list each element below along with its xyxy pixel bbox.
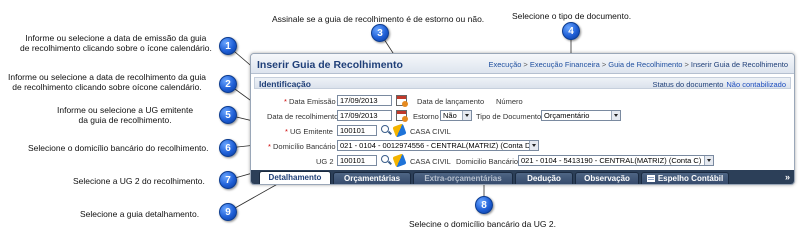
search-icon[interactable]: [381, 155, 392, 166]
callout-text-3: Assinale se a guia de recolhimento é de …: [272, 14, 485, 24]
domicilio2-label: Domicilio Bancário: [456, 157, 519, 166]
data-recolhimento-label: Data de recolhimento: [267, 112, 339, 121]
estorno-select[interactable]: Não: [440, 110, 472, 121]
clear-icon[interactable]: [392, 153, 407, 168]
domicilio-bancario-label-text: Domicílio Bancário: [273, 142, 336, 151]
callout-text-7: Selecione a UG 2 do recolhimento.: [73, 176, 205, 186]
ug2-name: CASA CIVIL: [410, 157, 451, 166]
chevron-down-icon[interactable]: [462, 111, 471, 120]
ug2-label: UG 2: [316, 157, 334, 166]
numero-label: Número: [496, 97, 523, 106]
tab-deducao[interactable]: Dedução: [515, 172, 573, 184]
window-header: Inserir Guia de Recolhimento Execução > Ex…: [251, 54, 794, 74]
window-title: Inserir Guia de Recolhimento: [257, 59, 403, 71]
status-label: Status do documento: [652, 80, 724, 89]
breadcrumb: Execução > Execução Financeira > Guia de Rec…: [488, 60, 788, 69]
tab-extra-orcamentarias: Extra-orçamentárias: [413, 172, 513, 184]
ug-emitente-label-text: UG Emitente: [290, 127, 333, 136]
data-lancamento-label: Data de lançamento: [417, 97, 485, 106]
domicilio-bancario-selected-value: 021 - 0104 - 0012974556 - CENTRAL(MATRIZ…: [340, 141, 533, 150]
tipo-documento-selected-value: Orçamentário: [544, 111, 590, 120]
callout-text-1: Informe ou selecione a data de emissão d…: [20, 33, 212, 53]
clear-icon[interactable]: [392, 123, 407, 138]
breadcrumb-current: Inserir Guia de Recolhimento: [690, 60, 788, 69]
callout-marker-5: 5: [219, 106, 237, 124]
search-icon[interactable]: [381, 125, 392, 136]
domicilio2-select[interactable]: 021 - 0104 - 5413190 - CENTRAL(MATRIZ) (…: [518, 155, 714, 166]
data-emissao-label: * Data Emissão: [284, 97, 336, 106]
calendar-icon[interactable]: [396, 95, 408, 107]
tipo-documento-label: Tipo de Documento: [476, 112, 542, 121]
tab-espelho-contabil[interactable]: Espelho Contábil: [641, 172, 729, 184]
tipo-documento-select[interactable]: Orçamentário: [541, 110, 621, 121]
callout-marker-3: 3: [371, 24, 389, 42]
estorno-label: Estorno: [413, 112, 439, 121]
data-emissao-label-text: Data Emissão: [289, 97, 336, 106]
domicilio2-selected-value: 021 - 0104 - 5413190 - CENTRAL(MATRIZ) (…: [521, 156, 702, 165]
callout-text-4: Selecione o tipo de documento.: [512, 11, 632, 21]
ug-emitente-input[interactable]: 100101: [337, 125, 377, 136]
tab-observacao[interactable]: Observação: [575, 172, 639, 184]
ug2-input[interactable]: 100101: [337, 155, 377, 166]
status-value: Não contabilizado: [726, 80, 786, 89]
callout-marker-2: 2: [219, 75, 237, 93]
breadcrumb-guia-recolhimento[interactable]: Guia de Recolhimento: [608, 60, 682, 69]
identificacao-section-header: Identificação Status do documento Não con…: [254, 77, 791, 89]
callout-text-9: Selecione a guia detalhamento.: [80, 209, 200, 219]
tab-detalhamento[interactable]: Detalhamento: [259, 171, 331, 184]
callout-marker-1: 1: [219, 37, 237, 55]
inserir-guia-window: Inserir Guia de Recolhimento Execução > Ex…: [250, 53, 795, 185]
chevron-down-icon[interactable]: [704, 156, 713, 165]
section-title: Identificação: [259, 79, 311, 89]
ug-emitente-label: * UG Emitente: [285, 127, 333, 136]
callout-marker-7: 7: [219, 171, 237, 189]
breadcrumb-separator: >: [523, 60, 528, 69]
domicilio-bancario-label: * Domicílio Bancário: [268, 142, 336, 151]
callout-marker-8: 8: [475, 196, 493, 214]
callout-marker-6: 6: [219, 139, 237, 157]
breadcrumb-separator: >: [601, 60, 607, 69]
callout-text-8: Selecine o domicílio bancário da UG 2.: [409, 219, 556, 229]
breadcrumb-separator: >: [684, 60, 689, 69]
data-emissao-input[interactable]: 17/09/2013: [337, 95, 392, 106]
callout-text-6: Selecione o domicílio bancário do recolh…: [28, 143, 209, 153]
chevron-down-icon[interactable]: [611, 111, 620, 120]
breadcrumb-execucao-financeira[interactable]: Execução Financeira: [530, 60, 600, 69]
table-grid-icon: [646, 175, 655, 182]
required-mark: *: [284, 97, 287, 106]
required-mark: *: [268, 142, 271, 151]
tab-orcamentarias[interactable]: Orçamentárias: [333, 172, 411, 184]
domicilio-bancario-select[interactable]: 021 - 0104 - 0012974556 - CENTRAL(MATRIZ…: [337, 140, 539, 151]
callout-marker-4: 4: [562, 22, 580, 40]
tabs-scroll-right-button[interactable]: »: [785, 172, 790, 182]
callout-text-5: Informe ou selecione a UG emitente da gu…: [57, 105, 194, 125]
callout-text-2: Informe ou selecione a data de recolhime…: [8, 72, 206, 92]
calendar-icon[interactable]: [396, 110, 408, 122]
tab-bar: Detalhamento Orçamentárias Extra-orçamen…: [251, 170, 794, 184]
chevron-down-icon[interactable]: [529, 141, 538, 150]
ug-emitente-name: CASA CIVIL: [410, 127, 451, 136]
required-mark: *: [285, 127, 288, 136]
data-recolhimento-input[interactable]: 17/09/2013: [337, 110, 392, 121]
estorno-selected-value: Não: [443, 111, 457, 120]
callout-marker-9: 9: [219, 203, 237, 221]
tab-espelho-contabil-label: Espelho Contábil: [657, 174, 724, 183]
document-status: Status do documento Não contabilizado: [652, 80, 786, 89]
breadcrumb-execucao[interactable]: Execução: [488, 60, 521, 69]
